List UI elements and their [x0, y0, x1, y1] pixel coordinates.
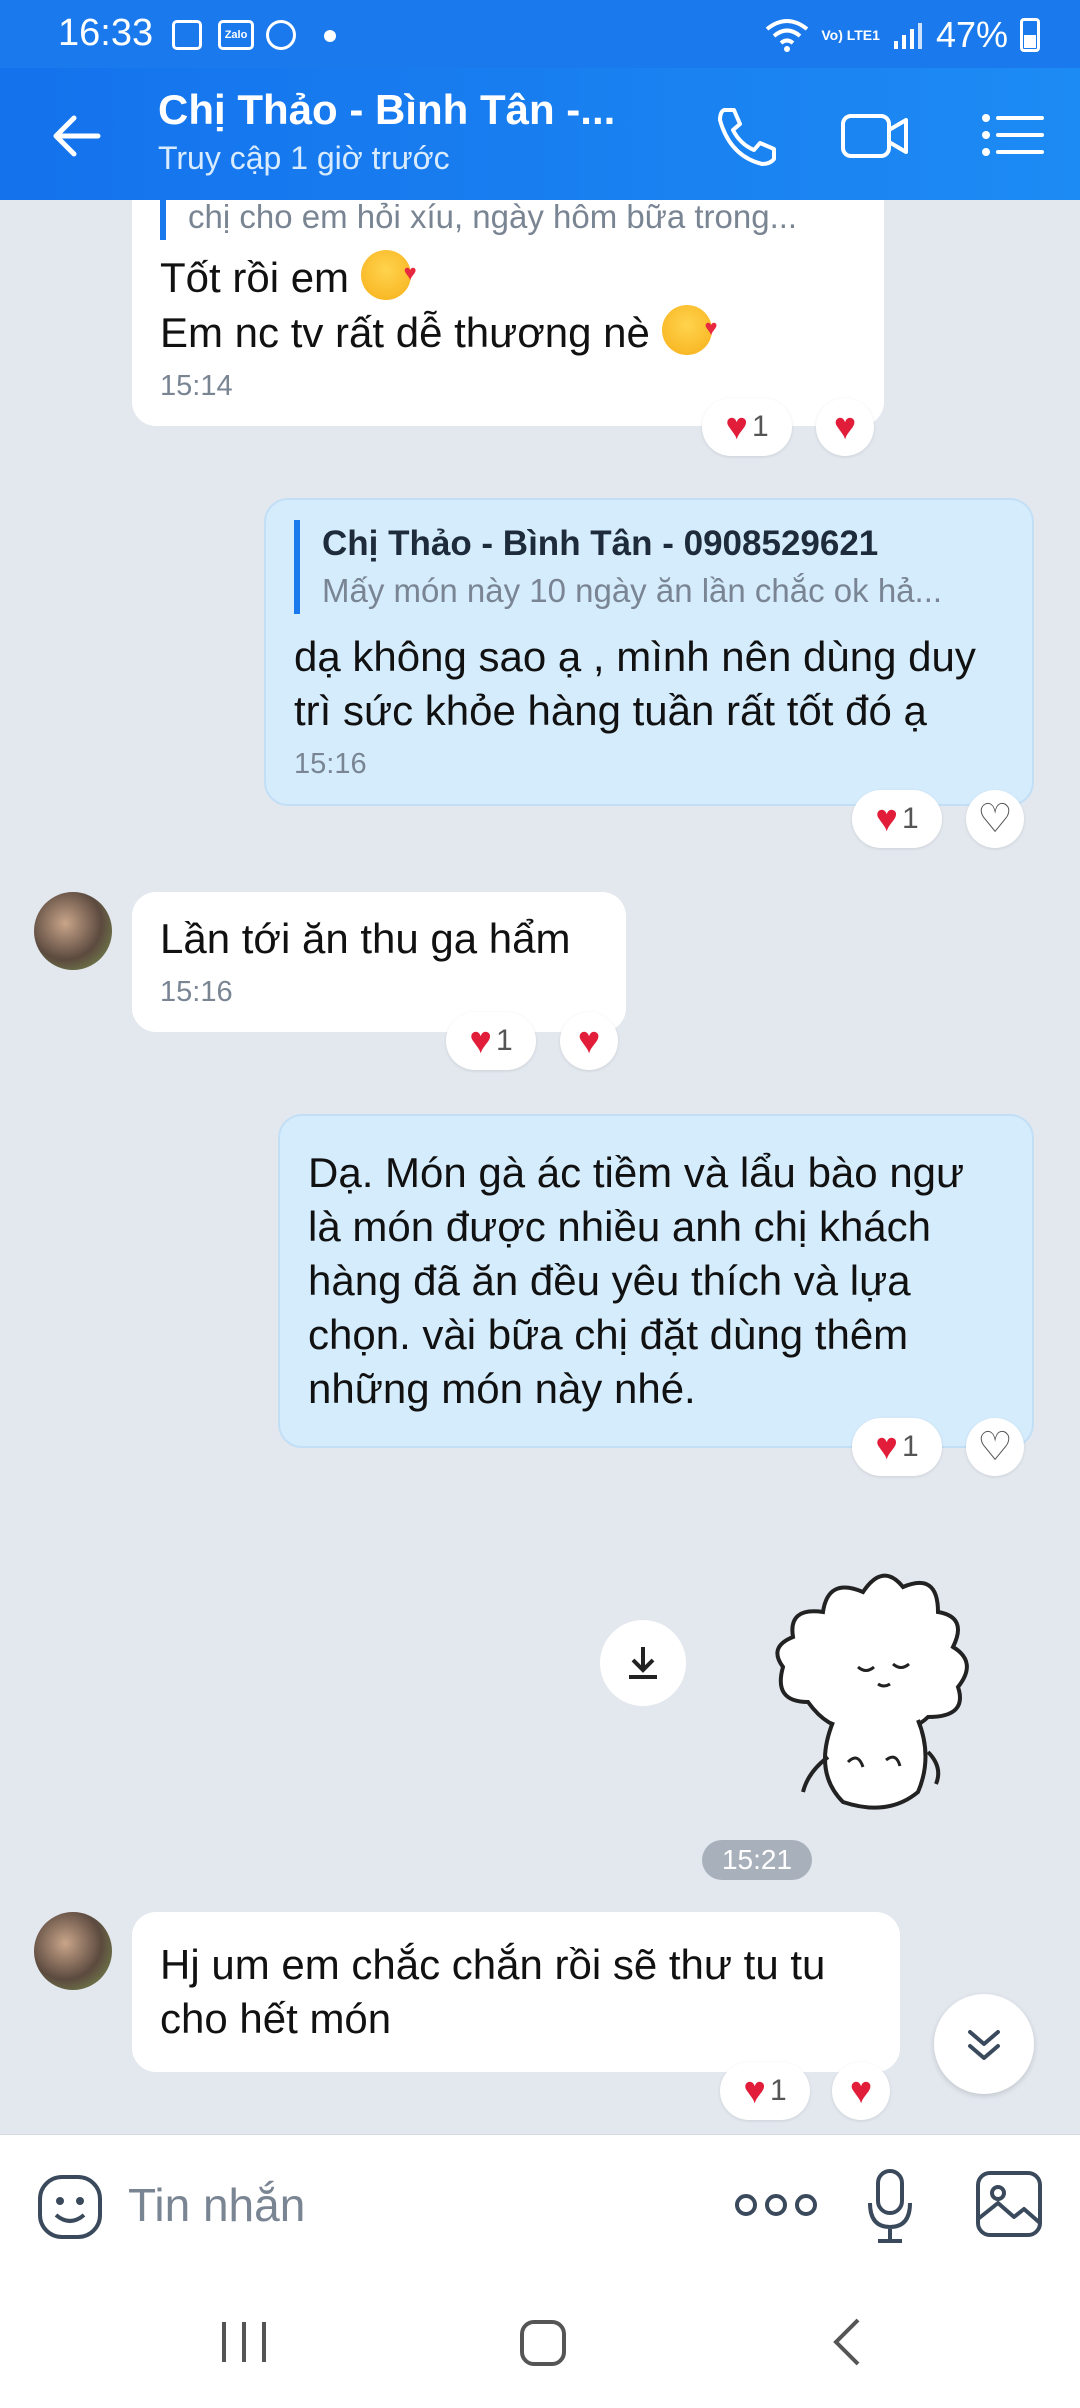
react-heart-button[interactable]: ♥	[560, 1012, 618, 1070]
outgoing-message[interactable]: Chị Thảo - Bình Tân - 0908529621 Mấy món…	[264, 498, 1034, 806]
heart-outline-icon: ♡	[977, 1425, 1013, 1469]
cat-sticker[interactable]	[768, 1552, 988, 1822]
scroll-to-bottom-button[interactable]	[934, 1994, 1034, 2094]
react-heart-button[interactable]: ♥	[816, 398, 874, 456]
chat-header: Chị Thảo - Bình Tân -... Truy cập 1 giờ …	[0, 68, 1080, 200]
message-text: Dạ. Món gà ác tiềm và lẩu bào ngư là món…	[308, 1149, 965, 1412]
heart-icon: ♥	[833, 406, 857, 448]
heart-icon: ♥	[725, 406, 748, 448]
battery-icon	[1020, 18, 1040, 52]
emoji-icon[interactable]	[36, 2173, 104, 2241]
recent-apps-icon[interactable]	[216, 2312, 272, 2372]
signal-icon	[893, 23, 922, 49]
heart-icon: ♥	[875, 798, 898, 840]
message-text: Hj um em chắc chắn rồi sẽ thư tu tu cho …	[160, 1941, 826, 2042]
message-input[interactable]	[128, 2175, 688, 2235]
bot-notification-icon	[266, 20, 296, 50]
smiling-face-with-hearts-icon	[661, 301, 718, 355]
quoted-sender: Chị Thảo - Bình Tân - 0908529621	[322, 524, 879, 563]
status-bar: 16:33 Zalo Vo) LTE1 47%	[0, 0, 1080, 68]
lte-indicator: Vo) LTE1	[821, 27, 880, 43]
system-navigation-bar	[0, 2276, 1080, 2408]
reaction-summary[interactable]: ♥ 1	[852, 1418, 942, 1476]
react-heart-button[interactable]: ♥	[832, 2062, 890, 2120]
message-text: Lần tới ăn thu ga hẩm	[160, 915, 571, 962]
smiling-face-with-hearts-icon	[360, 246, 417, 300]
download-sticker-button[interactable]	[600, 1620, 686, 1706]
status-time: 16:33	[58, 12, 154, 54]
phone-icon[interactable]	[710, 104, 780, 166]
react-heart-button[interactable]: ♡	[966, 1418, 1024, 1476]
message-line: Em nc tv rất dễ thương nè	[160, 301, 856, 360]
incoming-message[interactable]: Hj um em chắc chắn rồi sẽ thư tu tu cho …	[132, 1912, 900, 2072]
outgoing-message[interactable]: Dạ. Món gà ác tiềm và lẩu bào ngư là món…	[278, 1114, 1034, 1448]
zalo-notification-icon: Zalo	[218, 20, 254, 50]
more-notifications-dot	[324, 30, 336, 42]
reaction-summary[interactable]: ♥ 1	[852, 790, 942, 848]
chevron-double-down-icon	[968, 2030, 1000, 2060]
quoted-text: chị cho em hỏi xíu, ngày hôm bữa trong..…	[188, 200, 798, 235]
message-composer	[0, 2134, 1080, 2276]
avatar[interactable]	[34, 892, 112, 970]
react-heart-button[interactable]: ♡	[966, 790, 1024, 848]
quoted-message[interactable]: Chị Thảo - Bình Tân - 0908529621 Mấy món…	[294, 520, 1004, 614]
reaction-summary[interactable]: ♥ 1	[446, 1012, 536, 1070]
heart-icon: ♥	[743, 2070, 766, 2112]
more-dots-icon[interactable]	[734, 2189, 818, 2221]
back-arrow-icon[interactable]	[48, 106, 108, 166]
wifi-icon	[766, 19, 809, 52]
heart-icon: ♥	[875, 1426, 898, 1468]
message-list[interactable]: chị cho em hỏi xíu, ngày hôm bữa trong..…	[0, 200, 1080, 2134]
gallery-notification-icon	[172, 20, 202, 50]
message-line: Tốt rồi em	[160, 246, 856, 305]
message-text: dạ không sao ạ , mình nên dùng duy trì s…	[294, 633, 976, 734]
heart-icon: ♥	[469, 1020, 492, 1062]
incoming-message[interactable]: Lần tới ăn thu ga hẩm 15:16	[132, 892, 626, 1032]
quoted-message[interactable]: chị cho em hỏi xíu, ngày hôm bữa trong..…	[160, 200, 856, 240]
heart-outline-icon: ♡	[977, 797, 1013, 841]
heart-icon: ♥	[577, 1020, 601, 1062]
heart-icon: ♥	[849, 2070, 873, 2112]
contact-name[interactable]: Chị Thảo - Bình Tân -...	[158, 86, 615, 134]
image-icon[interactable]	[974, 2169, 1044, 2239]
last-seen-status: Truy cập 1 giờ trước	[158, 140, 450, 176]
quoted-text: Mấy món này 10 ngày ăn lần chắc ok hả...	[322, 572, 943, 609]
list-menu-icon[interactable]	[978, 104, 1048, 166]
reaction-summary[interactable]: ♥ 1	[702, 398, 792, 456]
reaction-summary[interactable]: ♥ 1	[720, 2062, 810, 2120]
home-icon[interactable]	[516, 2312, 572, 2372]
download-icon	[629, 1647, 657, 1679]
video-call-icon[interactable]	[840, 104, 910, 166]
microphone-icon[interactable]	[866, 2167, 914, 2245]
avatar[interactable]	[34, 1912, 112, 1990]
back-nav-icon[interactable]	[820, 2312, 876, 2372]
message-time: 15:16	[294, 748, 367, 780]
sticker-time: 15:21	[702, 1840, 812, 1880]
message-time: 15:16	[160, 976, 233, 1008]
battery-percent: 47%	[935, 14, 1008, 55]
incoming-message[interactable]: chị cho em hỏi xíu, ngày hôm bữa trong..…	[132, 200, 884, 426]
